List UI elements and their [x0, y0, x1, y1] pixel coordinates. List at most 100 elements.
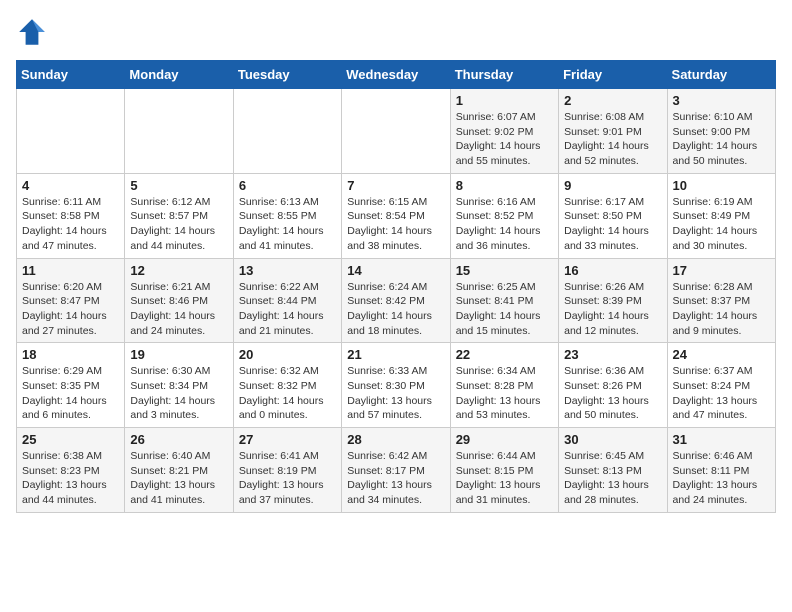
day-cell — [17, 89, 125, 174]
day-number: 10 — [673, 178, 770, 193]
day-number: 4 — [22, 178, 119, 193]
day-cell: 8Sunrise: 6:16 AM Sunset: 8:52 PM Daylig… — [450, 173, 558, 258]
day-cell: 20 Sunrise: 6:32 AM Sunset: 8:32 PM Dayli… — [233, 343, 341, 428]
day-cell: 7Sunrise: 6:15 AM Sunset: 8:54 PM Daylig… — [342, 173, 450, 258]
day-cell: 30 Sunrise: 6:45 AM Sunset: 8:13 PM Dayli… — [559, 428, 667, 513]
day-info: Sunrise: 6:21 AM Sunset: 8:46 PM Dayligh… — [130, 280, 227, 339]
day-cell: 27 Sunrise: 6:41 AM Sunset: 8:19 PM Dayli… — [233, 428, 341, 513]
day-info: Sunrise: 6:19 AM Sunset: 8:49 PM Dayligh… — [673, 195, 770, 254]
weekday-header-saturday: Saturday — [667, 61, 775, 89]
day-info: Sunrise: 6:11 AM Sunset: 8:58 PM Dayligh… — [22, 195, 119, 254]
day-info: Sunrise: 6:34 AM Sunset: 8:28 PM Dayligh… — [456, 364, 553, 423]
day-cell: 13 Sunrise: 6:22 AM Sunset: 8:44 PM Dayli… — [233, 258, 341, 343]
day-cell: 31 Sunrise: 6:46 AM Sunset: 8:11 PM Dayli… — [667, 428, 775, 513]
logo-icon — [16, 16, 48, 48]
day-number: 20 — [239, 347, 336, 362]
day-info: Sunrise: 6:30 AM Sunset: 8:34 PM Dayligh… — [130, 364, 227, 423]
day-cell: 6 Sunrise: 6:13 AM Sunset: 8:55 PM Daylig… — [233, 173, 341, 258]
day-number: 16 — [564, 263, 661, 278]
day-info: Sunrise: 6:42 AM Sunset: 8:17 PM Dayligh… — [347, 449, 444, 508]
day-cell: 14 Sunrise: 6:24 AM Sunset: 8:42 PM Dayli… — [342, 258, 450, 343]
logo — [16, 16, 52, 48]
week-row-5: 25 Sunrise: 6:38 AM Sunset: 8:23 PM Dayli… — [17, 428, 776, 513]
day-cell: 26 Sunrise: 6:40 AM Sunset: 8:21 PM Dayli… — [125, 428, 233, 513]
day-number: 21 — [347, 347, 444, 362]
day-cell: 29Sunrise: 6:44 AM Sunset: 8:15 PM Dayli… — [450, 428, 558, 513]
day-number: 23 — [564, 347, 661, 362]
day-cell — [342, 89, 450, 174]
day-info: Sunrise: 6:20 AM Sunset: 8:47 PM Dayligh… — [22, 280, 119, 339]
day-number: 22 — [456, 347, 553, 362]
day-info: Sunrise: 6:07 AM Sunset: 9:02 PM Dayligh… — [456, 110, 553, 169]
day-number: 15 — [456, 263, 553, 278]
day-number: 27 — [239, 432, 336, 447]
calendar-table: SundayMondayTuesdayWednesdayThursdayFrid… — [16, 60, 776, 513]
day-number: 24 — [673, 347, 770, 362]
day-number: 9 — [564, 178, 661, 193]
day-info: Sunrise: 6:12 AM Sunset: 8:57 PM Dayligh… — [130, 195, 227, 254]
day-number: 31 — [673, 432, 770, 447]
day-info: Sunrise: 6:37 AM Sunset: 8:24 PM Dayligh… — [673, 364, 770, 423]
day-number: 19 — [130, 347, 227, 362]
day-number: 30 — [564, 432, 661, 447]
week-row-2: 4 Sunrise: 6:11 AM Sunset: 8:58 PM Daylig… — [17, 173, 776, 258]
day-number: 2 — [564, 93, 661, 108]
day-info: Sunrise: 6:25 AM Sunset: 8:41 PM Dayligh… — [456, 280, 553, 339]
day-cell: 23 Sunrise: 6:36 AM Sunset: 8:26 PM Dayli… — [559, 343, 667, 428]
day-number: 13 — [239, 263, 336, 278]
day-cell: 17Sunrise: 6:28 AM Sunset: 8:37 PM Dayli… — [667, 258, 775, 343]
weekday-header-row: SundayMondayTuesdayWednesdayThursdayFrid… — [17, 61, 776, 89]
weekday-header-wednesday: Wednesday — [342, 61, 450, 89]
day-number: 25 — [22, 432, 119, 447]
week-row-1: 1 Sunrise: 6:07 AM Sunset: 9:02 PM Daylig… — [17, 89, 776, 174]
day-cell: 4 Sunrise: 6:11 AM Sunset: 8:58 PM Daylig… — [17, 173, 125, 258]
day-cell: 9Sunrise: 6:17 AM Sunset: 8:50 PM Daylig… — [559, 173, 667, 258]
day-info: Sunrise: 6:46 AM Sunset: 8:11 PM Dayligh… — [673, 449, 770, 508]
day-info: Sunrise: 6:40 AM Sunset: 8:21 PM Dayligh… — [130, 449, 227, 508]
weekday-header-tuesday: Tuesday — [233, 61, 341, 89]
day-cell: 15 Sunrise: 6:25 AM Sunset: 8:41 PM Dayli… — [450, 258, 558, 343]
day-cell: 5 Sunrise: 6:12 AM Sunset: 8:57 PM Daylig… — [125, 173, 233, 258]
day-cell: 11 Sunrise: 6:20 AM Sunset: 8:47 PM Dayli… — [17, 258, 125, 343]
week-row-4: 18Sunrise: 6:29 AM Sunset: 8:35 PM Dayli… — [17, 343, 776, 428]
day-info: Sunrise: 6:22 AM Sunset: 8:44 PM Dayligh… — [239, 280, 336, 339]
day-cell: 2 Sunrise: 6:08 AM Sunset: 9:01 PM Daylig… — [559, 89, 667, 174]
day-cell: 28Sunrise: 6:42 AM Sunset: 8:17 PM Dayli… — [342, 428, 450, 513]
day-number: 12 — [130, 263, 227, 278]
day-number: 11 — [22, 263, 119, 278]
day-info: Sunrise: 6:08 AM Sunset: 9:01 PM Dayligh… — [564, 110, 661, 169]
day-number: 5 — [130, 178, 227, 193]
day-info: Sunrise: 6:45 AM Sunset: 8:13 PM Dayligh… — [564, 449, 661, 508]
day-cell: 25 Sunrise: 6:38 AM Sunset: 8:23 PM Dayli… — [17, 428, 125, 513]
day-cell: 21 Sunrise: 6:33 AM Sunset: 8:30 PM Dayli… — [342, 343, 450, 428]
day-number: 7 — [347, 178, 444, 193]
day-number: 26 — [130, 432, 227, 447]
day-cell — [125, 89, 233, 174]
day-info: Sunrise: 6:26 AM Sunset: 8:39 PM Dayligh… — [564, 280, 661, 339]
day-info: Sunrise: 6:44 AM Sunset: 8:15 PM Dayligh… — [456, 449, 553, 508]
day-cell: 3 Sunrise: 6:10 AM Sunset: 9:00 PM Daylig… — [667, 89, 775, 174]
day-info: Sunrise: 6:33 AM Sunset: 8:30 PM Dayligh… — [347, 364, 444, 423]
day-number: 14 — [347, 263, 444, 278]
day-cell: 10 Sunrise: 6:19 AM Sunset: 8:49 PM Dayli… — [667, 173, 775, 258]
day-info: Sunrise: 6:38 AM Sunset: 8:23 PM Dayligh… — [22, 449, 119, 508]
day-cell: 22 Sunrise: 6:34 AM Sunset: 8:28 PM Dayli… — [450, 343, 558, 428]
day-cell — [233, 89, 341, 174]
day-info: Sunrise: 6:36 AM Sunset: 8:26 PM Dayligh… — [564, 364, 661, 423]
day-number: 6 — [239, 178, 336, 193]
day-number: 8 — [456, 178, 553, 193]
week-row-3: 11 Sunrise: 6:20 AM Sunset: 8:47 PM Dayli… — [17, 258, 776, 343]
day-info: Sunrise: 6:24 AM Sunset: 8:42 PM Dayligh… — [347, 280, 444, 339]
day-number: 1 — [456, 93, 553, 108]
day-info: Sunrise: 6:13 AM Sunset: 8:55 PM Dayligh… — [239, 195, 336, 254]
day-info: Sunrise: 6:29 AM Sunset: 8:35 PM Dayligh… — [22, 364, 119, 423]
day-info: Sunrise: 6:28 AM Sunset: 8:37 PM Dayligh… — [673, 280, 770, 339]
weekday-header-thursday: Thursday — [450, 61, 558, 89]
day-info: Sunrise: 6:10 AM Sunset: 9:00 PM Dayligh… — [673, 110, 770, 169]
day-info: Sunrise: 6:32 AM Sunset: 8:32 PM Dayligh… — [239, 364, 336, 423]
day-cell: 24 Sunrise: 6:37 AM Sunset: 8:24 PM Dayli… — [667, 343, 775, 428]
day-cell: 12 Sunrise: 6:21 AM Sunset: 8:46 PM Dayli… — [125, 258, 233, 343]
day-info: Sunrise: 6:41 AM Sunset: 8:19 PM Dayligh… — [239, 449, 336, 508]
day-number: 3 — [673, 93, 770, 108]
weekday-header-sunday: Sunday — [17, 61, 125, 89]
